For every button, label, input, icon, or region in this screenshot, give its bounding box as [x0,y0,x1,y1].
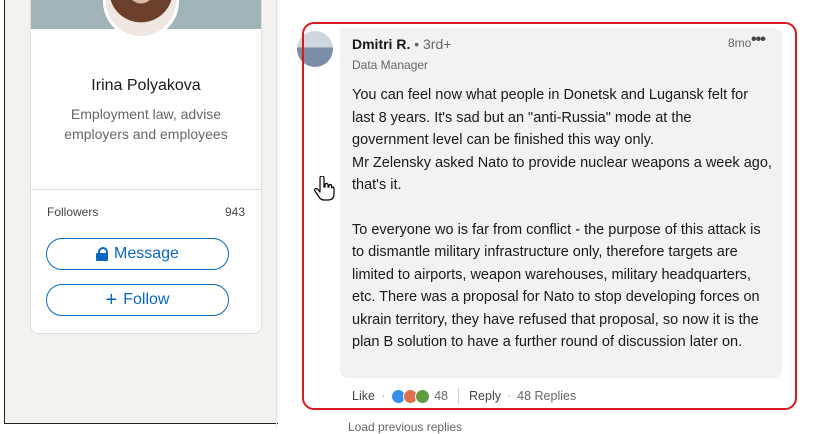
profile-card: Irina Polyakova Employment law, advise e… [30,0,262,334]
load-previous-replies-link[interactable]: Load previous replies [348,420,462,434]
profile-headline: Employment law, advise employers and emp… [64,106,228,142]
plus-icon: + [105,289,118,311]
follow-button[interactable]: + Follow [46,284,229,316]
lock-icon [96,247,109,261]
message-button-label: Message [114,245,179,262]
followers-count: 943 [224,205,245,219]
column-divider [276,0,277,429]
profile-name[interactable]: Irina Polyakova [31,77,261,95]
highlight-box [302,22,797,410]
message-button[interactable]: Message [46,238,229,270]
followers-label: Followers [47,205,99,219]
followers-row: Followers 943 [47,205,245,219]
divider [31,189,261,190]
follow-button-label: Follow [123,291,170,308]
avatar[interactable] [103,0,179,39]
